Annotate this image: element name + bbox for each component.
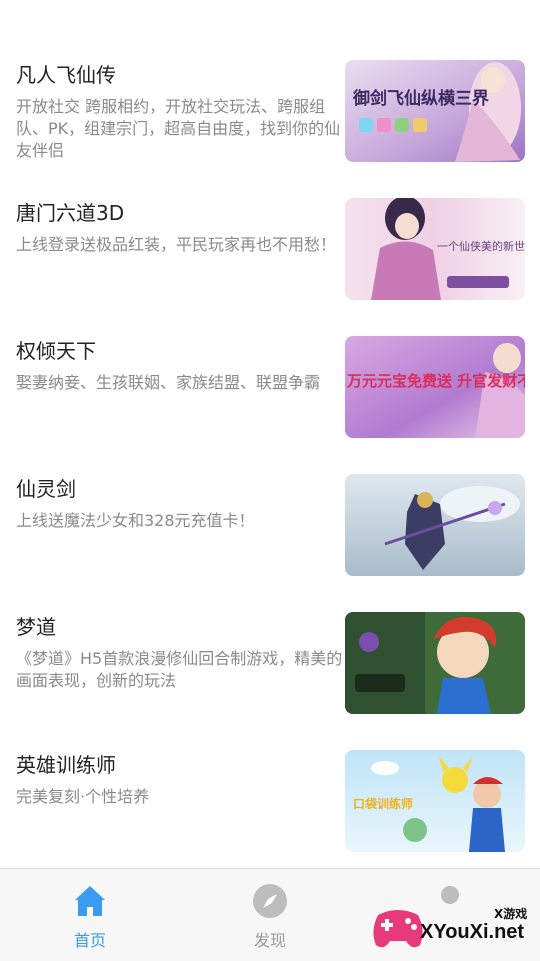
tab-home-label: 首页 <box>73 931 106 950</box>
thumbnail-caption: 万元元宝免费送 升官发财不是梦 <box>346 372 525 390</box>
game-thumbnail[interactable] <box>345 474 525 576</box>
game-title: 英雄训练师 <box>16 753 116 777</box>
item-text: 仙灵剑 上线送魔法少女和328元充值卡！ <box>16 474 346 532</box>
list-item[interactable]: 权倾天下 娶妻纳妾、生孩联姻、家族结盟、联盟争霸 万元元宝免费送 升官发财不是梦 <box>0 336 540 440</box>
game-thumbnail[interactable]: 御剑飞仙纵横三界 <box>345 60 525 162</box>
game-description: 上线送魔法少女和328元充值卡！ <box>16 511 255 530</box>
tab-discover[interactable]: 发现 <box>210 869 330 961</box>
tab-discover-label: 发现 <box>253 931 286 950</box>
watermark-small-text: X游戏 <box>494 907 528 921</box>
game-title: 梦道 <box>16 615 56 639</box>
item-text: 梦道 《梦道》H5首款浪漫修仙回合制游戏，精美的画面表现，创新的玩法 <box>16 612 346 692</box>
thumbnail-caption: 一个仙侠美的新世界 <box>437 239 525 253</box>
gamepad-logo-icon <box>373 910 423 948</box>
game-description: 完美复刻·个性培养 <box>16 787 150 806</box>
item-text: 凡人飞仙传 开放社交 跨服相约，开放社交玩法、跨服组队、PK，组建宗门，超高自由… <box>16 60 346 162</box>
game-thumbnail[interactable]: 口袋训练师 <box>345 750 525 852</box>
game-description: 《梦道》H5首款浪漫修仙回合制游戏，精美的画面表现，创新的玩法 <box>16 649 343 690</box>
watermark-site-text: XYouXi.net <box>420 921 525 943</box>
item-text: 唐门六道3D 上线登录送极品红装，平民玩家再也不用愁！ <box>16 198 346 256</box>
game-list: 凡人飞仙传 开放社交 跨服相约，开放社交玩法、跨服组队、PK，组建宗门，超高自由… <box>0 0 540 868</box>
list-item[interactable]: 唐门六道3D 上线登录送极品红装，平民玩家再也不用愁！ 一个仙侠美的新世界 <box>0 198 540 302</box>
list-item[interactable]: 仙灵剑 上线送魔法少女和328元充值卡！ <box>0 474 540 578</box>
site-watermark: X游戏 XYouXi.net <box>368 895 540 960</box>
thumbnail-caption: 御剑飞仙纵横三界 <box>352 88 489 109</box>
tab-home[interactable]: 首页 <box>30 869 150 961</box>
compass-icon <box>252 883 288 919</box>
game-description: 开放社交 跨服相约，开放社交玩法、跨服组队、PK，组建宗门，超高自由度，找到你的… <box>16 97 341 160</box>
game-title: 权倾天下 <box>16 339 96 363</box>
game-thumbnail[interactable] <box>345 612 525 714</box>
list-item[interactable]: 英雄训练师 完美复刻·个性培养 口袋训练师 <box>0 750 540 854</box>
game-title: 凡人飞仙传 <box>16 63 116 87</box>
list-item[interactable]: 梦道 《梦道》H5首款浪漫修仙回合制游戏，精美的画面表现，创新的玩法 <box>0 612 540 716</box>
item-text: 权倾天下 娶妻纳妾、生孩联姻、家族结盟、联盟争霸 <box>16 336 346 394</box>
game-thumbnail[interactable]: 万元元宝免费送 升官发财不是梦 <box>345 336 525 438</box>
game-description: 上线登录送极品红装，平民玩家再也不用愁！ <box>16 235 337 254</box>
game-title: 仙灵剑 <box>16 477 76 501</box>
home-icon <box>72 883 108 919</box>
thumbnail-caption: 口袋训练师 <box>353 796 413 811</box>
list-item[interactable]: 凡人飞仙传 开放社交 跨服相约，开放社交玩法、跨服组队、PK，组建宗门，超高自由… <box>0 60 540 164</box>
item-text: 英雄训练师 完美复刻·个性培养 <box>16 750 346 808</box>
game-description: 娶妻纳妾、生孩联姻、家族结盟、联盟争霸 <box>16 373 321 392</box>
game-thumbnail[interactable]: 一个仙侠美的新世界 <box>345 198 525 300</box>
game-title: 唐门六道3D <box>16 201 125 225</box>
